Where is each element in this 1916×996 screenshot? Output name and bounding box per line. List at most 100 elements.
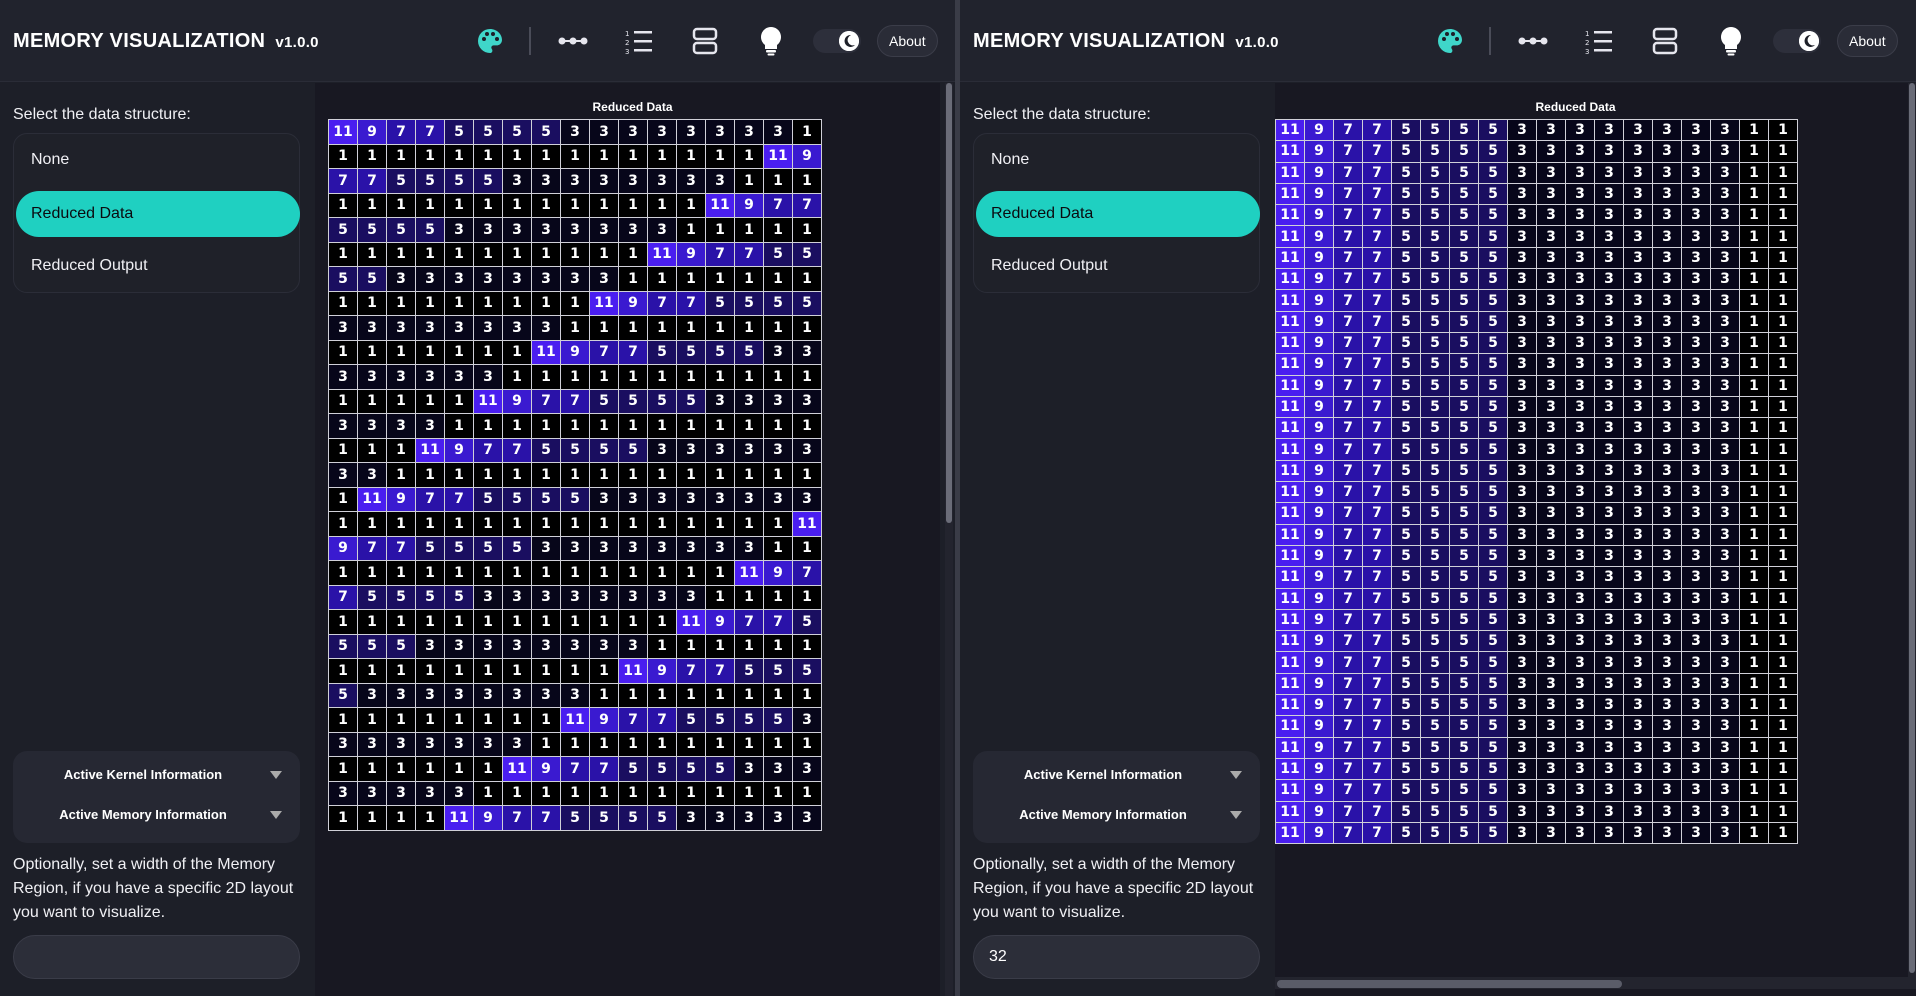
memory-cell[interactable]: 3: [1537, 354, 1566, 376]
memory-cell[interactable]: 7: [793, 193, 822, 218]
memory-cell[interactable]: 9: [1305, 482, 1334, 504]
memory-cell[interactable]: 3: [1624, 801, 1653, 823]
memory-cell[interactable]: 5: [1392, 524, 1421, 546]
memory-cell[interactable]: 7: [1363, 396, 1392, 419]
memory-cell[interactable]: 1: [590, 732, 619, 757]
memory-cell[interactable]: 5: [474, 169, 503, 194]
memory-cell[interactable]: 5: [387, 634, 416, 659]
memory-cell[interactable]: 5: [1479, 460, 1508, 483]
memory-cell[interactable]: 1: [474, 781, 503, 806]
memory-cell[interactable]: 3: [590, 267, 619, 292]
memory-cell[interactable]: 1: [445, 193, 474, 218]
memory-cell[interactable]: 7: [1334, 524, 1363, 546]
memory-cell[interactable]: 3: [561, 120, 590, 145]
memory-cell[interactable]: 7: [1363, 801, 1392, 823]
memory-cell[interactable]: 1: [329, 512, 358, 537]
memory-cell[interactable]: 5: [416, 169, 445, 194]
memory-cell[interactable]: 5: [358, 267, 387, 292]
memory-cell[interactable]: 5: [1392, 162, 1421, 184]
memory-cell[interactable]: 1: [764, 512, 793, 537]
memory-cell[interactable]: 3: [503, 732, 532, 757]
memory-cell[interactable]: 3: [677, 169, 706, 194]
memory-cell[interactable]: 5: [474, 536, 503, 561]
memory-cell[interactable]: 3: [474, 683, 503, 708]
memory-cell[interactable]: 1: [1740, 183, 1769, 206]
memory-cell[interactable]: 9: [1305, 631, 1334, 653]
memory-cell[interactable]: 3: [706, 536, 735, 561]
memory-cell[interactable]: 3: [1653, 141, 1682, 163]
memory-cell[interactable]: 5: [1392, 716, 1421, 738]
memory-cell[interactable]: 3: [1537, 226, 1566, 248]
memory-cell[interactable]: 5: [1421, 567, 1450, 589]
memory-cell[interactable]: 7: [1363, 780, 1392, 802]
memory-cell[interactable]: 3: [1537, 801, 1566, 823]
ds-item-none[interactable]: None: [976, 137, 1260, 183]
memory-cell[interactable]: 7: [1363, 631, 1392, 653]
memory-cell[interactable]: 5: [1392, 758, 1421, 781]
memory-cell[interactable]: 3: [1711, 758, 1740, 781]
memory-cell[interactable]: 11: [1276, 226, 1305, 248]
memory-cell[interactable]: 3: [1537, 780, 1566, 802]
memory-cell[interactable]: 3: [1508, 482, 1537, 504]
memory-cell[interactable]: 3: [561, 585, 590, 610]
memory-cell[interactable]: 3: [1682, 758, 1711, 781]
memory-cell[interactable]: 1: [358, 561, 387, 586]
memory-cell[interactable]: 3: [358, 732, 387, 757]
memory-cell[interactable]: 1: [503, 193, 532, 218]
memory-cell[interactable]: 9: [1305, 524, 1334, 546]
memory-cell[interactable]: 5: [1421, 545, 1450, 568]
memory-cell[interactable]: 1: [677, 267, 706, 292]
memory-cell[interactable]: 1: [1769, 354, 1798, 376]
memory-cell[interactable]: 9: [1305, 332, 1334, 355]
memory-cell[interactable]: 1: [1769, 758, 1798, 781]
memory-cell[interactable]: 3: [735, 438, 764, 463]
memory-cell[interactable]: 3: [590, 120, 619, 145]
memory-cell[interactable]: 1: [503, 463, 532, 488]
memory-width-input[interactable]: [13, 935, 300, 979]
memory-cell[interactable]: 7: [1363, 524, 1392, 546]
memory-cell[interactable]: 1: [1769, 269, 1798, 291]
memory-cell[interactable]: 3: [1508, 226, 1537, 248]
memory-cell[interactable]: 5: [1479, 439, 1508, 461]
memory-cell[interactable]: 3: [1711, 716, 1740, 738]
memory-cell[interactable]: 5: [1392, 141, 1421, 163]
memory-cell[interactable]: 3: [1595, 652, 1624, 674]
memory-cell[interactable]: 1: [358, 242, 387, 267]
memory-cell[interactable]: 1: [1769, 141, 1798, 163]
memory-cell[interactable]: 3: [1711, 482, 1740, 504]
memory-cell[interactable]: 5: [590, 389, 619, 414]
memory-cell[interactable]: 7: [1334, 290, 1363, 312]
memory-cell[interactable]: 3: [1653, 780, 1682, 802]
memory-cell[interactable]: 7: [1334, 439, 1363, 461]
memory-cell[interactable]: 11: [1276, 716, 1305, 738]
memory-cell[interactable]: 3: [1624, 780, 1653, 802]
memory-cell[interactable]: 7: [561, 389, 590, 414]
memory-cell[interactable]: 1: [416, 757, 445, 782]
memory-cell[interactable]: 3: [1537, 269, 1566, 291]
memory-cell[interactable]: 1: [416, 242, 445, 267]
memory-cell[interactable]: 3: [1653, 758, 1682, 781]
memory-cell[interactable]: 3: [416, 683, 445, 708]
memory-cell[interactable]: 5: [1479, 183, 1508, 206]
memory-cell[interactable]: 7: [1363, 545, 1392, 568]
memory-cell[interactable]: 7: [1363, 822, 1392, 845]
memory-cell[interactable]: 1: [474, 512, 503, 537]
memory-cell[interactable]: 1: [648, 781, 677, 806]
memory-cell[interactable]: 9: [1305, 375, 1334, 397]
memory-cell[interactable]: 1: [619, 414, 648, 439]
memory-cell[interactable]: 5: [1421, 247, 1450, 270]
memory-cell[interactable]: 5: [1479, 418, 1508, 440]
memory-cell[interactable]: 5: [1479, 524, 1508, 546]
active-kernel-toggle[interactable]: Active Kernel Information: [13, 755, 300, 795]
memory-cell[interactable]: 7: [1334, 695, 1363, 717]
memory-cell[interactable]: 11: [648, 242, 677, 267]
memory-cell[interactable]: 1: [416, 144, 445, 169]
memory-cell[interactable]: 5: [1392, 695, 1421, 717]
memory-cell[interactable]: 7: [1363, 226, 1392, 248]
memory-cell[interactable]: 5: [1450, 822, 1479, 845]
memory-cell[interactable]: 3: [1682, 503, 1711, 525]
memory-cell[interactable]: 1: [648, 512, 677, 537]
memory-cell[interactable]: 3: [1537, 758, 1566, 781]
memory-cell[interactable]: 3: [445, 218, 474, 243]
memory-cell[interactable]: 5: [1421, 609, 1450, 632]
